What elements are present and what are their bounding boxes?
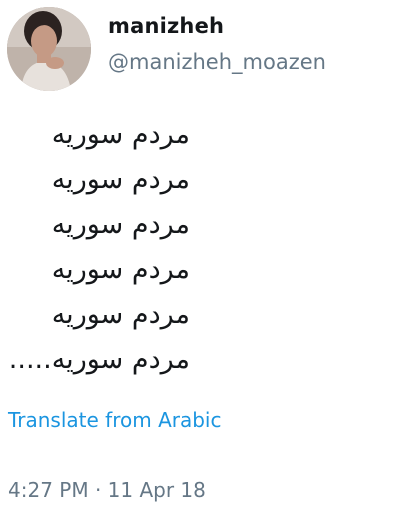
timestamp[interactable]: 4:27 PM · 11 Apr 18 (8, 478, 206, 502)
tweet-line: مردم سوریه (51, 209, 190, 240)
display-name[interactable]: manizheh (108, 14, 224, 38)
translate-link[interactable]: Translate from Arabic (8, 408, 221, 432)
tweet-line: مردم سوریه..... (8, 344, 190, 375)
profile-photo-icon (7, 7, 91, 91)
tweet-line: مردم سوریه (51, 254, 190, 285)
username[interactable]: @manizheh_moazen (108, 50, 326, 74)
tweet-header: manizheh @manizheh_moazen (0, 0, 400, 96)
avatar[interactable] (7, 7, 91, 91)
tweet-text: مردم سوریه مردم سوریه مردم سوریه مردم سو… (0, 112, 190, 382)
tweet: manizheh @manizheh_moazen مردم سوریه مرد… (0, 0, 400, 520)
tweet-line: مردم سوریه (51, 299, 190, 330)
tweet-line: مردم سوریه (51, 119, 190, 150)
tweet-line: مردم سوریه (51, 164, 190, 195)
